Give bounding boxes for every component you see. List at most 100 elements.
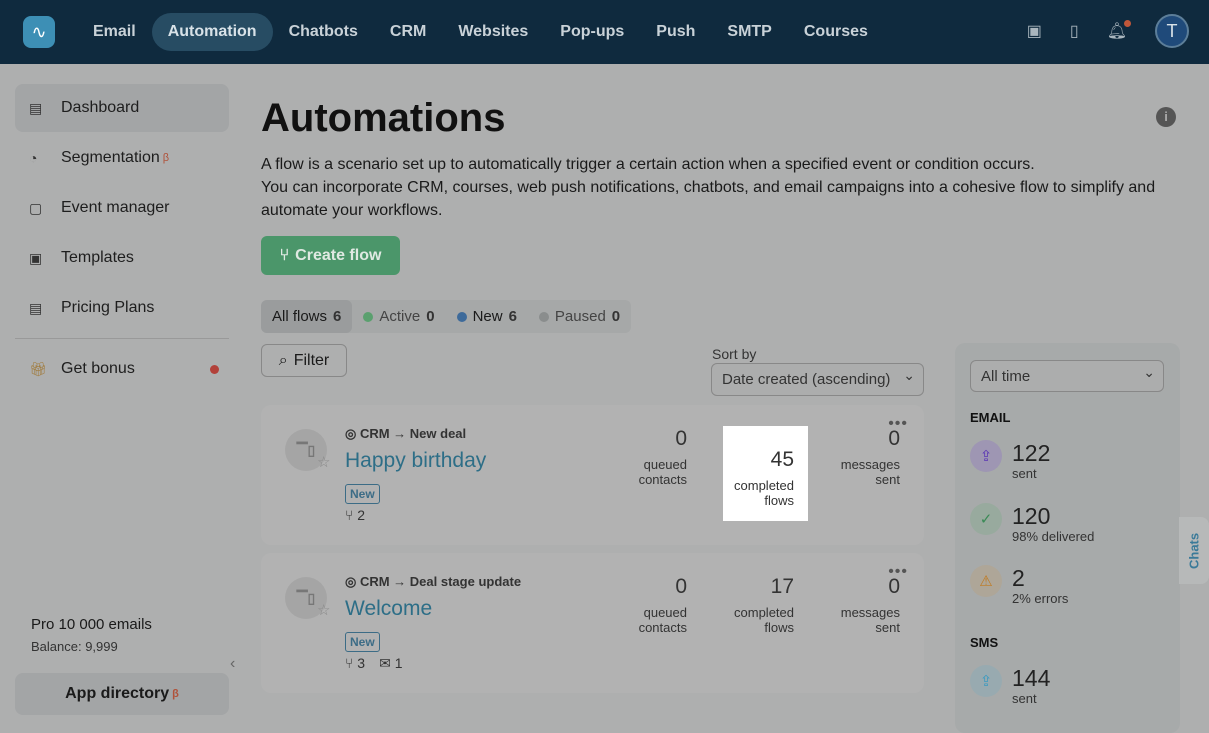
star-icon[interactable]: ☆ [317, 453, 330, 471]
sidebar-item-get-bonus[interactable]: 🎁︎ Get bonus [15, 345, 229, 393]
nav-email[interactable]: Email [77, 13, 152, 51]
stat-delivered: ✓ 120 98% delivered [970, 503, 1094, 544]
label: Pricing Plans [61, 299, 155, 316]
avatar[interactable]: T [1155, 14, 1189, 48]
label: queued [643, 605, 687, 620]
flow-name[interactable]: Happy birthday [345, 449, 486, 473]
chats-tab[interactable]: Chats [1179, 517, 1209, 584]
send-icon: ⇪ [970, 665, 1002, 697]
tab-all[interactable]: All flows 6 [261, 300, 353, 333]
create-flow-button[interactable]: ⑂ Create flow [261, 236, 400, 275]
divider [15, 338, 229, 339]
flow-name[interactable]: Welcome [345, 597, 432, 621]
count: 3 [357, 655, 366, 671]
mobile-icon[interactable]: ▯ [1070, 21, 1079, 41]
sidebar-item-templates[interactable]: ▣ Templates [15, 234, 229, 282]
more-icon[interactable]: ••• [888, 563, 908, 581]
nav-automation[interactable]: Automation [151, 13, 273, 51]
trigger: ◎ CRM → New deal [345, 426, 467, 441]
sidebar-item-dashboard[interactable]: ▤ Dashboard [15, 84, 229, 132]
status-badge: New [345, 632, 380, 652]
branch-count: ⑂ 2 [345, 507, 365, 523]
label: 98% delivered [1012, 529, 1095, 544]
sms-heading: SMS [970, 635, 999, 650]
more-icon[interactable]: ••• [888, 415, 908, 433]
bell-icon[interactable]: 🔔︎ [1107, 20, 1131, 41]
label: messages [840, 457, 900, 472]
tab-paused[interactable]: Paused 0 [528, 300, 631, 333]
flow-tabs: All flows 6 Active 0 New 6 Paused 0 [261, 300, 632, 333]
email-heading: EMAIL [970, 410, 1011, 425]
collapse-sidebar-icon[interactable]: ‹ [230, 655, 235, 673]
trigger: ◎ CRM → Deal stage update [345, 574, 522, 589]
flow-card[interactable]: ▔▯ ☆ ◎ CRM → New deal Happy birthday New… [261, 405, 924, 545]
page-description: A flow is a scenario set up to automatic… [261, 153, 1181, 222]
nav-courses[interactable]: Courses [788, 13, 884, 51]
nav-crm[interactable]: CRM [374, 13, 442, 51]
sort-select[interactable]: Date created (ascending) [711, 363, 924, 396]
info-icon[interactable]: i [1156, 107, 1176, 127]
tab-active[interactable]: Active 0 [352, 300, 445, 333]
label: flows [764, 620, 794, 635]
sidebar-item-segmentation[interactable]: ◔ Segmentation β [15, 134, 229, 182]
value: 0 [675, 427, 687, 450]
nav-push[interactable]: Push [640, 13, 711, 51]
sidebar: ▤ Dashboard ◔ Segmentation β ▢ Event manager… [15, 84, 229, 395]
chat-icon[interactable]: ▣ [1027, 21, 1042, 41]
warning-icon: ⚠ [970, 565, 1002, 597]
stats-panel: All time EMAIL ⇪122sent ✓12098% delivere… [955, 343, 1180, 733]
label: All flows [272, 308, 328, 325]
period-select[interactable]: All time [970, 360, 1164, 392]
nav-chatbots[interactable]: Chatbots [273, 13, 374, 51]
label: Dashboard [61, 99, 140, 116]
label: sent [1012, 466, 1037, 481]
completed-stat[interactable]: 45 completed flows [723, 426, 808, 521]
flow-card[interactable]: ▔▯ ☆ ◎ CRM → Deal stage update Welcome N… [261, 553, 924, 693]
branch-icon: ⑂ [345, 655, 354, 671]
app-directory-button[interactable]: App directory β [15, 673, 229, 715]
value: 144 [1012, 665, 1051, 691]
label: Templates [61, 249, 134, 266]
email-icon: ✉ [379, 655, 391, 671]
count: 1 [394, 655, 403, 671]
label: 2% errors [1012, 591, 1069, 606]
tab-new[interactable]: New 6 [446, 300, 528, 333]
star-icon[interactable]: ☆ [317, 601, 330, 619]
count: 6 [508, 308, 517, 325]
nav-popups[interactable]: Pop-ups [544, 13, 640, 51]
label: sent [875, 620, 900, 635]
nav-smtp[interactable]: SMTP [711, 13, 787, 51]
logo-icon[interactable]: ∿ [23, 16, 55, 48]
label: Event manager [61, 199, 170, 216]
desc-line: A flow is a scenario set up to automatic… [261, 156, 1035, 173]
queued-stat: 0 queued contacts [639, 427, 687, 487]
label: New [472, 308, 503, 325]
nav-websites[interactable]: Websites [442, 13, 544, 51]
value: 122 [1012, 440, 1051, 466]
status-badge: New [345, 484, 380, 504]
label: Segmentation [61, 149, 160, 166]
sidebar-item-pricing[interactable]: ▤ Pricing Plans [15, 284, 229, 332]
label: completed [734, 478, 794, 493]
stat-sms-sent: ⇪ 144 sent [970, 665, 1050, 706]
flow-icon: ⑂ [279, 246, 290, 264]
label: contacts [638, 472, 687, 487]
label: completed [734, 605, 794, 620]
label: Create flow [295, 246, 382, 264]
pricing-icon: ▤ [29, 299, 43, 316]
count: 0 [426, 308, 435, 325]
value: 17 [770, 575, 794, 598]
sort-label: Sort by [712, 346, 757, 362]
dashboard-icon: ▤ [29, 99, 43, 116]
status-dot [538, 311, 549, 322]
stat-sent: ⇪ 122 sent [970, 440, 1050, 481]
branch-count: ⑂ 3 [345, 655, 365, 672]
filter-button[interactable]: ⌕ Filter [261, 344, 347, 377]
balance: Balance: 9,999 [31, 639, 118, 654]
gift-icon: 🎁︎ [29, 360, 47, 377]
label: Filter [293, 351, 330, 369]
event-icon: ▢ [29, 199, 43, 216]
count: 0 [611, 308, 621, 325]
delivered-icon: ✓ [970, 503, 1002, 535]
sidebar-item-event-manager[interactable]: ▢ Event manager [15, 184, 229, 232]
